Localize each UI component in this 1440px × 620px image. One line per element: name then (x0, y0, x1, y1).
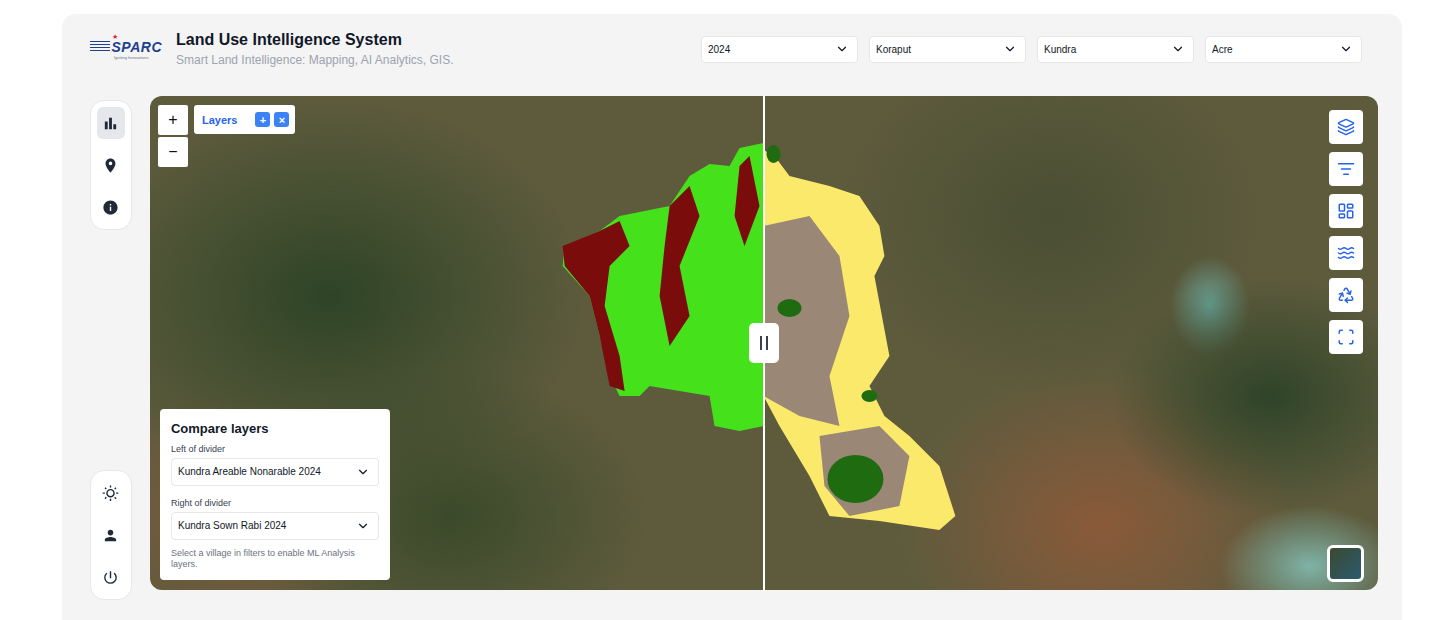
logo-lines-icon (90, 41, 110, 53)
grip-icon (766, 336, 768, 350)
dashboard-icon (1337, 202, 1355, 220)
zoom-button[interactable]: − (158, 137, 188, 167)
sidebar-item[interactable] (97, 107, 125, 139)
sidebar (90, 100, 132, 600)
logo-star: ★ (112, 33, 118, 41)
map-tool-button[interactable] (1329, 152, 1363, 186)
sidebar-bottom-group (90, 470, 132, 600)
field-label: Right of divider (171, 498, 379, 508)
page: ★SPARCIgniting Innovations Land Use Intel… (0, 0, 1440, 620)
map-tool-button[interactable] (1329, 236, 1363, 270)
dropdown-value: 2024 (708, 44, 730, 55)
app-title: Land Use Intelligence System (176, 31, 689, 49)
titles: Land Use Intelligence System Smart Land I… (176, 31, 689, 67)
user-icon (102, 527, 119, 544)
body: +−Layers+×Compare layersLeft of dividerK… (90, 96, 1378, 600)
filters: 2024 Koraput Kundra Acre (701, 36, 1362, 63)
forest-patch (827, 455, 883, 503)
chart-icon (102, 115, 119, 132)
nonarable-patch (563, 221, 630, 391)
chevron-down-icon (356, 465, 370, 479)
logo-text: SPARC (112, 39, 162, 55)
zoom-control: +− (158, 105, 188, 167)
filter-lines-icon (1337, 160, 1355, 178)
header: ★SPARCIgniting Innovations Land Use Intel… (90, 14, 1378, 84)
divider-handle[interactable] (749, 323, 779, 363)
unsown-patch (819, 426, 909, 516)
sidebar-item[interactable] (97, 191, 125, 223)
filter-dropdown[interactable]: 2024 (701, 36, 858, 63)
compare-title: Compare layers (171, 421, 379, 436)
fullscreen-icon (1337, 328, 1355, 346)
waves-icon (1337, 244, 1355, 262)
layers-button[interactable]: + (255, 112, 270, 127)
chevron-down-icon (356, 519, 370, 533)
filter-dropdown[interactable]: Koraput (869, 36, 1026, 63)
app-card: ★SPARCIgniting Innovations Land Use Intel… (62, 14, 1402, 620)
info-icon (102, 199, 119, 216)
field-label: Left of divider (171, 444, 379, 454)
chevron-down-icon (1003, 42, 1017, 56)
location-pin-icon (102, 157, 119, 174)
chevron-down-icon (1171, 42, 1185, 56)
dropdown-value: Kundra Sown Rabi 2024 (178, 520, 286, 531)
map-tool-button[interactable] (1329, 320, 1363, 354)
logo: ★SPARCIgniting Innovations (90, 39, 162, 60)
filter-dropdown[interactable]: Kundra (1037, 36, 1194, 63)
sidebar-item[interactable] (97, 477, 125, 509)
layers-button[interactable]: × (274, 112, 289, 127)
map-tools (1329, 110, 1363, 354)
layers-control: Layers + × (194, 105, 295, 134)
recycle-icon (1337, 286, 1355, 304)
arable-layer (563, 143, 764, 431)
dropdown-value: Koraput (876, 44, 911, 55)
nonarable-patch (660, 186, 700, 346)
nonarable-patch (735, 156, 760, 246)
map-tool-button[interactable] (1329, 110, 1363, 144)
chevron-down-icon (835, 42, 849, 56)
power-icon (102, 569, 119, 586)
unsown-patch (763, 216, 849, 426)
forest-patch (861, 390, 877, 402)
sown-layer (763, 150, 955, 530)
left-layer-select[interactable]: Kundra Areable Nonarable 2024 (171, 458, 379, 486)
map-tool-button[interactable] (1329, 278, 1363, 312)
dropdown-value: Acre (1212, 44, 1233, 55)
map-tool-button[interactable] (1329, 194, 1363, 228)
app-subtitle: Smart Land Intelligence: Mapping, AI Ana… (176, 53, 689, 67)
forest-patch (777, 299, 801, 317)
logo-tagline: Igniting Innovations (90, 55, 162, 60)
compare-panel: Compare layers Left of divider Kundra Area… (160, 409, 390, 581)
sidebar-item[interactable] (97, 149, 125, 181)
compare-hint: Select a village in filters to enable ML… (171, 548, 379, 571)
dropdown-value: Kundra Areable Nonarable 2024 (178, 466, 321, 477)
chevron-down-icon (1339, 42, 1353, 56)
filter-dropdown[interactable]: Acre (1205, 36, 1362, 63)
sun-icon (102, 485, 119, 502)
forest-patch (766, 145, 780, 163)
layers-label[interactable]: Layers (202, 114, 237, 126)
sidebar-item[interactable] (97, 561, 125, 593)
layers-icon (1337, 118, 1355, 136)
zoom-button[interactable]: + (158, 105, 188, 135)
dropdown-value: Kundra (1044, 44, 1076, 55)
map[interactable]: +−Layers+×Compare layersLeft of dividerK… (150, 96, 1378, 590)
grip-icon (760, 336, 762, 350)
sidebar-item[interactable] (97, 519, 125, 551)
sidebar-top-group (90, 100, 132, 230)
basemap-toggle[interactable] (1327, 545, 1364, 582)
right-layer-select[interactable]: Kundra Sown Rabi 2024 (171, 512, 379, 540)
